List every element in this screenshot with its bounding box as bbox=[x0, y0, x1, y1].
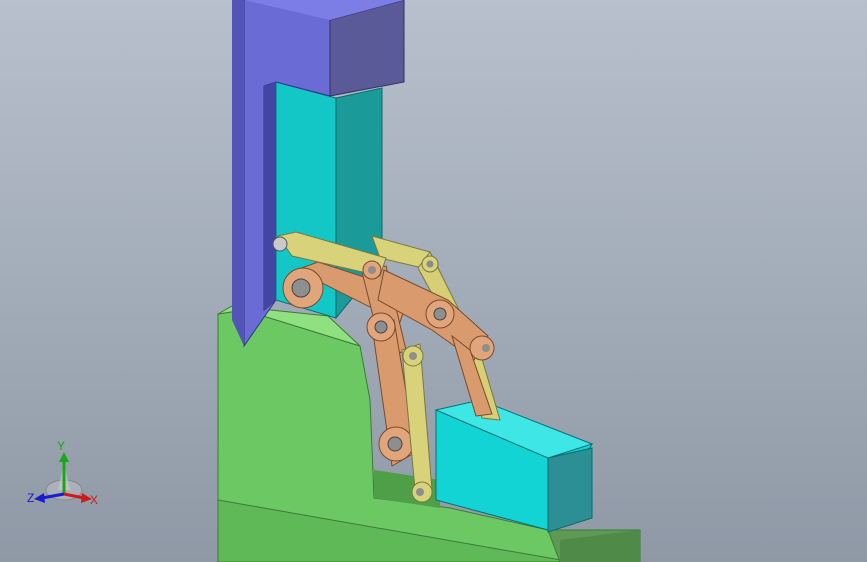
z-axis-arrow bbox=[34, 493, 45, 503]
x-axis-label: X bbox=[90, 493, 99, 507]
mechanism-model[interactable] bbox=[0, 0, 867, 562]
z-axis-label: Z bbox=[27, 491, 35, 505]
green-base bbox=[217, 305, 641, 562]
y-axis-label: Y bbox=[57, 439, 66, 453]
cad-viewport[interactable]: Y Z X bbox=[0, 0, 867, 562]
y-axis-arrow bbox=[59, 452, 69, 462]
reference-triad: Y Z X bbox=[24, 440, 114, 520]
